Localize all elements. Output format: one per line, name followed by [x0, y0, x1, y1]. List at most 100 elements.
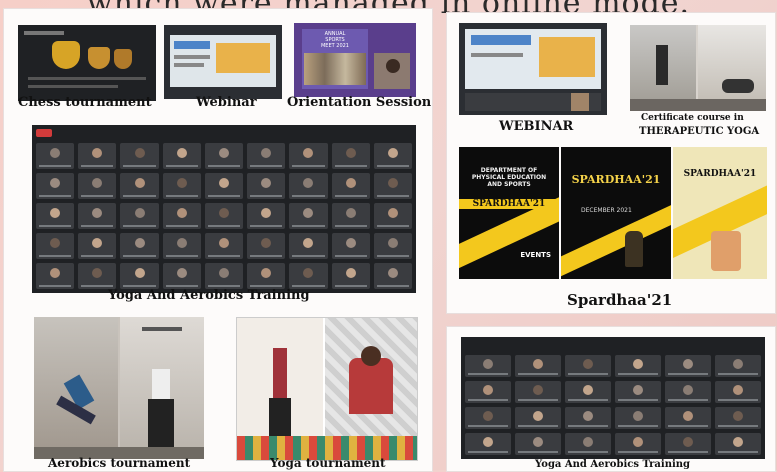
participant-name — [568, 425, 608, 427]
caption-certificate-line2: THERAPEUTIC YOGA — [639, 126, 760, 137]
participant-avatar — [218, 178, 229, 189]
participant-avatar — [683, 358, 693, 369]
participant-tile — [204, 173, 244, 199]
poster-1-title: SPARDHAA'21 — [459, 199, 559, 209]
participant-avatar — [683, 436, 693, 447]
participant-name — [123, 255, 156, 257]
participant-name — [376, 255, 409, 257]
participant-avatar — [345, 148, 356, 159]
left-collage-panel: Chess tournament Webinar ANNUAL SPORTS M… — [3, 8, 433, 472]
participant-name — [292, 285, 325, 287]
participant-tile — [78, 143, 117, 169]
participant-tile — [373, 173, 412, 199]
caption-yoga-tournament: Yoga tournament — [270, 456, 386, 470]
participant-name — [207, 195, 241, 197]
participant-tile — [247, 233, 286, 259]
participant-tile — [36, 263, 75, 289]
participant-avatar — [303, 148, 314, 159]
participant-avatar — [633, 358, 643, 369]
poster-1-subtitle: DEPARTMENT OF PHYSICAL EDUCATION AND SPO… — [471, 167, 547, 188]
spardhaa-poster-1: DEPARTMENT OF PHYSICAL EDUCATION AND SPO… — [459, 147, 559, 279]
participant-name — [39, 285, 72, 287]
participant-name — [165, 255, 198, 257]
participant-name — [376, 195, 409, 197]
participant-name — [292, 225, 325, 227]
participant-avatar — [92, 268, 103, 279]
participant-name — [334, 195, 367, 197]
participant-tile — [36, 203, 75, 229]
participant-tile — [247, 203, 286, 229]
participant-tile — [78, 173, 117, 199]
participant-tile — [565, 407, 611, 429]
participant-name — [618, 425, 658, 427]
participant-name — [292, 255, 325, 257]
participant-tile — [373, 263, 412, 289]
participant-name — [250, 285, 283, 287]
chess-tournament-image — [18, 25, 156, 101]
participant-tile — [120, 233, 159, 259]
participant-tile — [120, 203, 159, 229]
participant-name — [292, 165, 325, 167]
caption-aerobics-tournament: Aerobics tournament — [48, 456, 191, 470]
participant-avatar — [218, 268, 229, 279]
caption-chess-tournament: Chess tournament — [18, 95, 152, 110]
caption-right-yoga-aerobics-training: Yoga And Aerobics Training — [535, 459, 691, 470]
participant-avatar — [483, 358, 493, 369]
participant-tile — [373, 233, 412, 259]
aerobics-tournament-image — [34, 317, 204, 459]
spardhaa-poster-3: SPARDHAA'21 — [673, 147, 767, 279]
caption-yoga-aerobics-training: Yoga And Aerobics Training — [108, 288, 310, 303]
participant-name — [39, 195, 72, 197]
participant-name — [165, 225, 198, 227]
participant-tile — [565, 355, 611, 377]
participant-tile — [247, 173, 286, 199]
participant-name — [250, 225, 283, 227]
participant-tile — [331, 203, 370, 229]
participant-tile — [289, 173, 328, 199]
participant-name — [334, 225, 367, 227]
participant-name — [123, 285, 156, 287]
participant-name — [468, 451, 508, 453]
participant-avatar — [683, 384, 693, 395]
poster-2-title: SPARDHAA'21 — [571, 173, 661, 186]
participant-avatar — [533, 384, 543, 395]
yoga-aerobics-meeting-grid — [32, 125, 416, 293]
participant-avatar — [483, 410, 493, 421]
participant-tile — [515, 355, 561, 377]
participant-name — [668, 373, 708, 375]
participant-name — [81, 225, 114, 227]
participant-avatar — [387, 148, 398, 159]
participant-tile — [204, 233, 244, 259]
participant-avatar — [218, 238, 229, 249]
participant-name — [165, 165, 198, 167]
participant-tile — [289, 233, 328, 259]
participant-avatar — [345, 208, 356, 219]
participant-tile — [715, 381, 761, 403]
participant-name — [292, 195, 325, 197]
poster-2-subtitle: DECEMBER 2021 — [581, 207, 632, 214]
participant-avatar — [261, 148, 272, 159]
participant-tile — [289, 143, 328, 169]
participant-avatar — [50, 238, 61, 249]
participant-avatar — [303, 178, 314, 189]
participant-avatar — [92, 148, 103, 159]
participant-avatar — [50, 178, 61, 189]
participant-tile — [665, 407, 711, 429]
participant-avatar — [633, 436, 643, 447]
participant-name — [518, 451, 558, 453]
participant-tile — [78, 263, 117, 289]
participant-name — [334, 165, 367, 167]
therapeutic-yoga-image — [630, 25, 766, 111]
participant-tile — [120, 263, 159, 289]
participant-name — [668, 399, 708, 401]
participant-avatar — [261, 238, 272, 249]
participant-tile — [78, 203, 117, 229]
participant-avatar — [176, 148, 187, 159]
yoga-tournament-image — [236, 317, 418, 461]
participant-avatar — [533, 410, 543, 421]
participant-tile — [247, 143, 286, 169]
participant-tile — [665, 381, 711, 403]
participant-avatar — [387, 268, 398, 279]
participant-name — [568, 451, 608, 453]
participant-tile — [78, 233, 117, 259]
